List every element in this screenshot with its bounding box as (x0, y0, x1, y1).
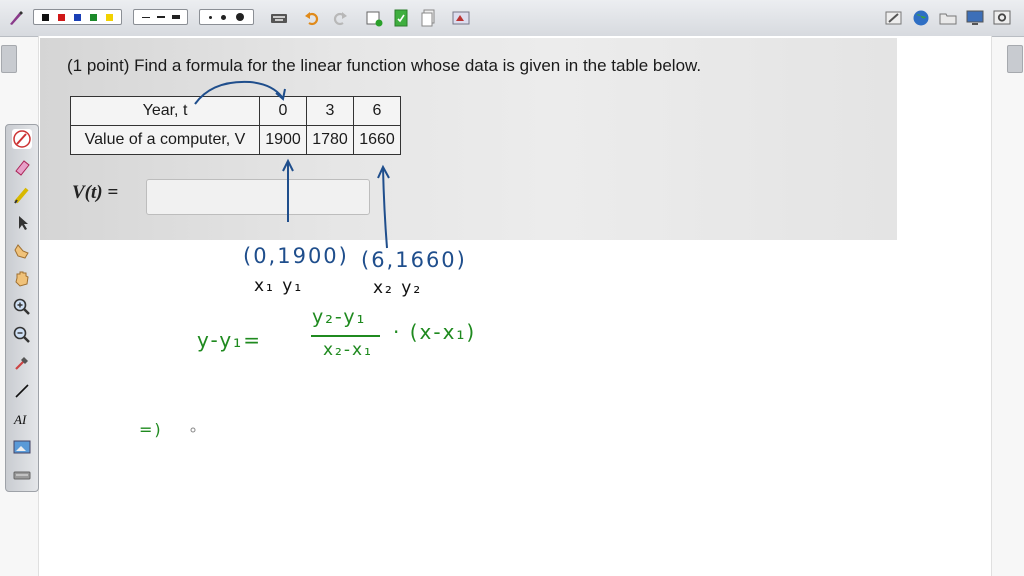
formula-rhs: · (x-x₁) (393, 320, 477, 344)
pages-icon[interactable] (419, 9, 437, 27)
line-width-group[interactable] (199, 9, 254, 25)
table-row: Value of a computer, V 1900 1780 1660 (70, 125, 401, 155)
keyboard-icon[interactable] (12, 465, 32, 485)
line-style-group[interactable] (133, 9, 188, 25)
left-page-tab[interactable] (1, 45, 17, 73)
line-style-thin[interactable] (141, 16, 150, 18)
answer-label: V(t) = (72, 182, 119, 203)
color-red-swatch[interactable] (58, 13, 66, 21)
top-toolbar (0, 0, 1024, 37)
zoom-in-icon[interactable] (12, 297, 32, 317)
line-icon[interactable] (12, 381, 32, 401)
color-swatches[interactable] (33, 9, 122, 25)
redo-icon[interactable] (331, 9, 349, 27)
width-small[interactable] (208, 15, 212, 19)
point2-label: (6,1660) (361, 248, 467, 272)
monitor-icon[interactable] (966, 9, 984, 27)
answer-input[interactable] (146, 179, 370, 215)
point1-label: (0,1900) (243, 244, 349, 268)
settings-icon[interactable] (993, 9, 1011, 27)
globe-icon[interactable] (912, 9, 930, 27)
formula-numerator: y₂-y₁ (312, 306, 367, 328)
hand-pan-icon[interactable] (12, 269, 32, 289)
eyedropper-icon[interactable] (12, 353, 32, 373)
right-page-tab[interactable] (1007, 45, 1023, 73)
zoom-out-icon[interactable] (12, 325, 32, 345)
point1-vars: x₁ y₁ (254, 276, 304, 296)
color-yellow-swatch[interactable] (105, 13, 113, 21)
line-style-thick[interactable] (171, 15, 180, 19)
row-label-year: Year, t (70, 96, 260, 126)
row-label-value: Value of a computer, V (70, 125, 260, 155)
image-icon[interactable] (12, 437, 32, 457)
problem-prompt: (1 point) Find a formula for the linear … (67, 56, 702, 75)
eraser-icon[interactable] (12, 157, 32, 177)
svg-text:AI: AI (13, 412, 27, 427)
implies-symbol: =) (139, 420, 163, 439)
document-icon[interactable] (392, 9, 410, 27)
keyboard-icon[interactable] (270, 9, 288, 27)
text-tool-icon[interactable]: AI (12, 409, 32, 429)
highlighter-icon[interactable] (12, 185, 32, 205)
color-blue-swatch[interactable] (73, 13, 81, 21)
width-medium[interactable] (221, 14, 227, 20)
point2-vars: x₂ y₂ (373, 278, 423, 298)
edit-icon[interactable] (885, 9, 903, 27)
undo-icon[interactable] (303, 9, 321, 27)
tool-palette: AI (5, 124, 39, 492)
data-table: Year, t 0 3 6 Value of a computer, V 190… (70, 96, 401, 155)
table-cell: 6 (353, 96, 401, 126)
table-cell: 1780 (306, 125, 354, 155)
table-cell: 0 (259, 96, 307, 126)
folder-icon[interactable] (939, 9, 957, 27)
table-cell: 1660 (353, 125, 401, 155)
width-large[interactable] (236, 13, 245, 21)
line-style-medium[interactable] (156, 16, 165, 18)
hand-point-icon[interactable] (12, 241, 32, 261)
color-green-swatch[interactable] (89, 13, 97, 21)
select-arrow-icon[interactable] (12, 213, 32, 233)
table-cell: 3 (306, 96, 354, 126)
screenshot-icon[interactable] (452, 9, 470, 27)
table-cell: 1900 (259, 125, 307, 155)
pen-icon[interactable] (7, 9, 25, 27)
formula-lhs: y-y₁= (197, 328, 262, 352)
table-row: Year, t 0 3 6 (70, 96, 401, 126)
add-page-icon[interactable] (365, 9, 383, 27)
color-black-swatch[interactable] (42, 13, 50, 21)
formula-denominator: x₂-x₁ (323, 340, 373, 360)
pen-icon[interactable] (12, 129, 32, 149)
